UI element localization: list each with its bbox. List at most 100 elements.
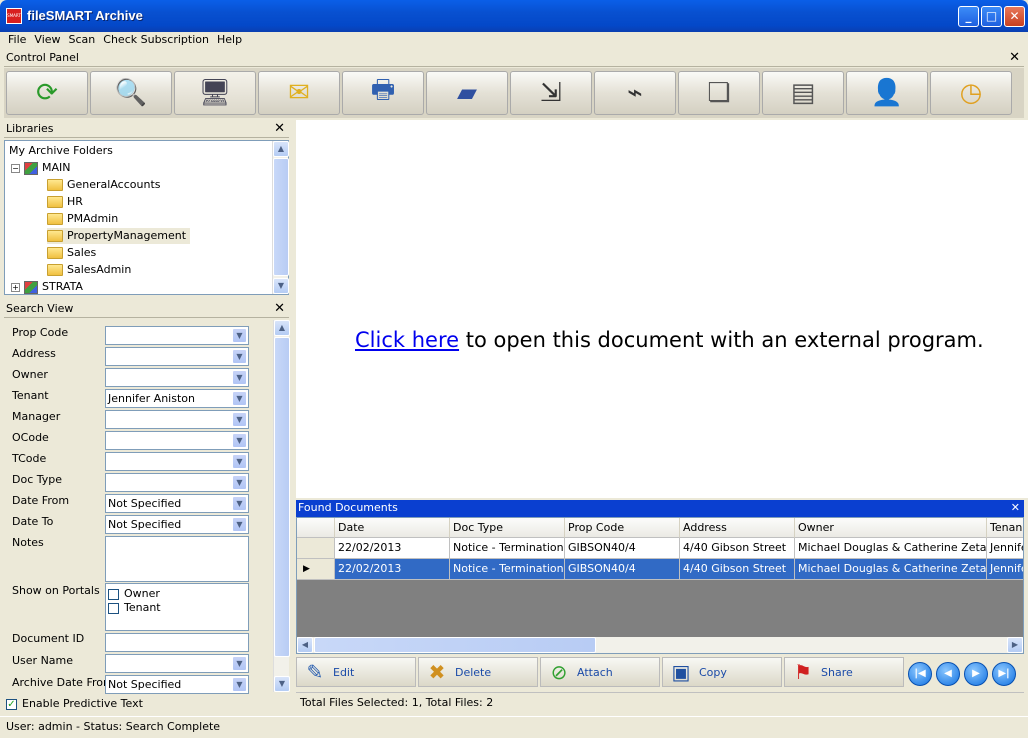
- table-cell[interactable]: GIBSON40/4: [565, 559, 680, 580]
- column-header[interactable]: Doc Type: [450, 518, 565, 538]
- prop-code-select[interactable]: ▼: [105, 326, 249, 345]
- close-libraries-button[interactable]: ✕: [274, 121, 285, 136]
- date-to-select[interactable]: Not Specified ▼: [105, 515, 249, 534]
- menu-scan[interactable]: Scan: [65, 32, 100, 48]
- table-cell[interactable]: 22/02/2013: [335, 559, 450, 580]
- archive-date-from-select[interactable]: Not Specified ▼: [105, 675, 249, 694]
- table-cell[interactable]: Jennife: [987, 538, 1023, 559]
- open-external-link[interactable]: Click here: [355, 328, 459, 352]
- export-button[interactable]: ⇲: [510, 71, 592, 115]
- chevron-down-icon[interactable]: ▼: [232, 517, 247, 532]
- menu-view[interactable]: View: [30, 32, 64, 48]
- scroll-up-icon[interactable]: ▲: [273, 141, 289, 157]
- scroll-thumb[interactable]: [274, 337, 290, 657]
- close-found-documents-button[interactable]: ✕: [1011, 500, 1020, 516]
- user-name-select[interactable]: ▼: [105, 654, 249, 673]
- owner-select[interactable]: ▼: [105, 368, 249, 387]
- tree-node-main[interactable]: − MAIN: [11, 160, 71, 176]
- scan-button[interactable]: ▰: [426, 71, 508, 115]
- column-header[interactable]: Prop Code: [565, 518, 680, 538]
- print-button[interactable]: 🖶: [342, 71, 424, 115]
- chevron-down-icon[interactable]: ▼: [232, 656, 247, 671]
- first-record-icon[interactable]: |◀: [908, 662, 932, 686]
- column-header[interactable]: Address: [680, 518, 795, 538]
- predictive-text-checkbox[interactable]: ✓: [6, 698, 17, 710]
- tree-folder-hr[interactable]: HR: [47, 194, 83, 210]
- column-header[interactable]: Tenan: [987, 518, 1023, 538]
- portal-tenant-option[interactable]: Tenant: [108, 601, 248, 615]
- user-card-button[interactable]: 👤: [846, 71, 928, 115]
- copy-pages-button[interactable]: ❏: [678, 71, 760, 115]
- mail-button[interactable]: ✉: [258, 71, 340, 115]
- tree-folder-generalaccounts[interactable]: GeneralAccounts: [47, 177, 161, 193]
- scroll-down-icon[interactable]: ▼: [273, 278, 289, 294]
- row-header[interactable]: [297, 538, 335, 559]
- next-record-icon[interactable]: ▶: [964, 662, 988, 686]
- scroll-right-icon[interactable]: ▶: [1007, 637, 1023, 653]
- last-record-icon[interactable]: ▶|: [992, 662, 1016, 686]
- tenant-select[interactable]: Jennifer Aniston ▼: [105, 389, 249, 408]
- stapler-button[interactable]: ⌁: [594, 71, 676, 115]
- close-button[interactable]: ✕: [1004, 6, 1025, 27]
- chevron-down-icon[interactable]: ▼: [232, 454, 247, 469]
- chevron-down-icon[interactable]: ▼: [232, 677, 247, 692]
- address-select[interactable]: ▼: [105, 347, 249, 366]
- refresh-button[interactable]: ⟳: [6, 71, 88, 115]
- manager-select[interactable]: ▼: [105, 410, 249, 429]
- chevron-down-icon[interactable]: ▼: [232, 328, 247, 343]
- column-header[interactable]: Owner: [795, 518, 987, 538]
- table-cell[interactable]: Jennife: [987, 559, 1023, 580]
- copy-button[interactable]: ▣ Copy: [662, 657, 782, 687]
- date-from-select[interactable]: Not Specified ▼: [105, 494, 249, 513]
- tree-folder-pmadmin[interactable]: PMAdmin: [47, 211, 118, 227]
- edit-button[interactable]: ✎ Edit: [296, 657, 416, 687]
- table-cell[interactable]: 22/02/2013: [335, 538, 450, 559]
- tree-folder-sales[interactable]: Sales: [47, 245, 96, 261]
- previous-record-icon[interactable]: ◀: [936, 662, 960, 686]
- close-control-panel-button[interactable]: ✕: [1009, 50, 1020, 65]
- ocode-select[interactable]: ▼: [105, 431, 249, 450]
- column-header[interactable]: Date: [335, 518, 450, 538]
- notes-textarea[interactable]: [105, 536, 249, 582]
- close-search-view-button[interactable]: ✕: [274, 301, 285, 316]
- chevron-down-icon[interactable]: ▼: [232, 412, 247, 427]
- row-header-current-icon[interactable]: ▶: [297, 559, 335, 580]
- tree-root[interactable]: My Archive Folders: [9, 143, 113, 159]
- minimize-button[interactable]: _: [958, 6, 979, 27]
- table-cell[interactable]: Michael Douglas & Catherine Zeta-Jones: [795, 538, 987, 559]
- attach-button[interactable]: ⊘ Attach: [540, 657, 660, 687]
- menu-file[interactable]: File: [4, 32, 30, 48]
- menu-help[interactable]: Help: [213, 32, 246, 48]
- computer-button[interactable]: 🖥: [174, 71, 256, 115]
- scroll-thumb[interactable]: [314, 637, 596, 653]
- tree-folder-propertymanagement[interactable]: PropertyManagement: [47, 228, 191, 244]
- collapse-icon[interactable]: −: [11, 163, 20, 173]
- share-button[interactable]: ⚑ Share: [784, 657, 904, 687]
- chevron-down-icon[interactable]: ▼: [232, 370, 247, 385]
- chevron-down-icon[interactable]: ▼: [232, 496, 247, 511]
- doc-type-select[interactable]: ▼: [105, 473, 249, 492]
- history-button[interactable]: ◷: [930, 71, 1012, 115]
- chevron-down-icon[interactable]: ▼: [232, 433, 247, 448]
- search-document-button[interactable]: 🔍: [90, 71, 172, 115]
- table-cell[interactable]: GIBSON40/4: [565, 538, 680, 559]
- table-cell[interactable]: 4/40 Gibson Street: [680, 559, 795, 580]
- delete-button[interactable]: ✖ Delete: [418, 657, 538, 687]
- chevron-down-icon[interactable]: ▼: [232, 475, 247, 490]
- tenant-checkbox[interactable]: [108, 602, 119, 614]
- chevron-down-icon[interactable]: ▼: [232, 391, 247, 406]
- portal-owner-option[interactable]: Owner: [108, 587, 248, 601]
- expand-icon[interactable]: +: [11, 282, 20, 292]
- table-cell[interactable]: Notice - Termination: [450, 559, 565, 580]
- tree-folder-salesadmin[interactable]: SalesAdmin: [47, 262, 131, 278]
- document-id-input[interactable]: [105, 633, 249, 652]
- maximize-button[interactable]: □: [981, 6, 1002, 27]
- horizontal-scrollbar[interactable]: ◀ ▶: [297, 637, 1023, 653]
- scroll-left-icon[interactable]: ◀: [297, 637, 313, 653]
- compare-button[interactable]: ▤: [762, 71, 844, 115]
- tcode-select[interactable]: ▼: [105, 452, 249, 471]
- scroll-down-icon[interactable]: ▼: [274, 676, 290, 692]
- owner-checkbox[interactable]: [108, 588, 119, 600]
- libraries-scrollbar[interactable]: ▲ ▼: [272, 141, 289, 294]
- tree-node-strata[interactable]: + STRATA: [11, 279, 83, 295]
